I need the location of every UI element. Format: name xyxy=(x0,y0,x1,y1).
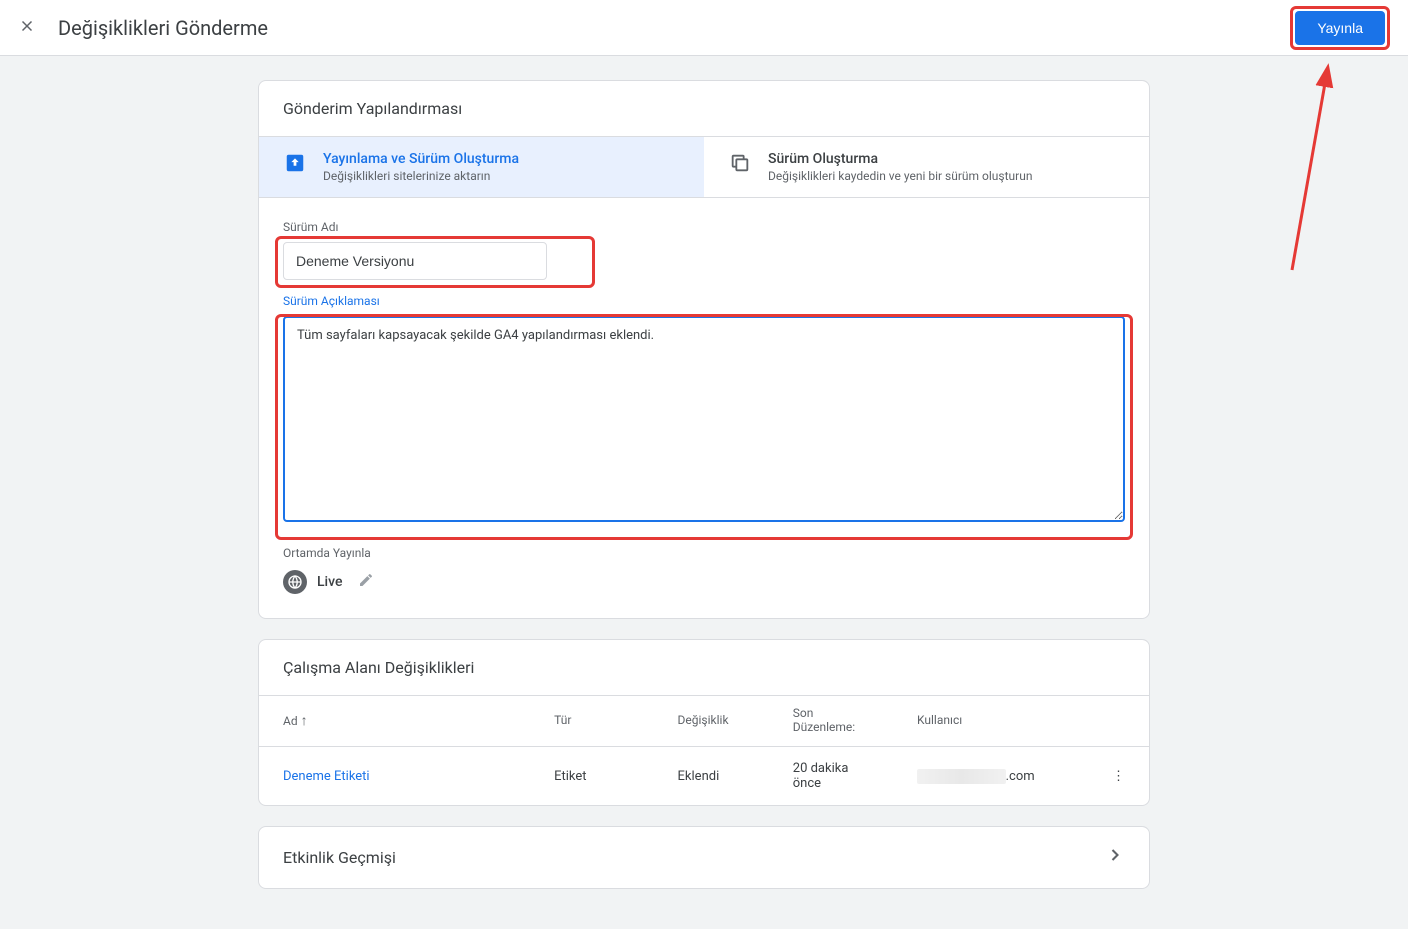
column-last-edit[interactable]: Son Düzenleme: xyxy=(769,696,893,747)
change-action: Eklendi xyxy=(654,747,769,806)
version-desc-textarea[interactable] xyxy=(283,316,1125,522)
changes-table: Ad ↑ Tür Değişiklik Son Düzenleme: Kulla… xyxy=(259,695,1149,805)
column-name[interactable]: Ad ↑ xyxy=(259,696,530,747)
table-header-row: Ad ↑ Tür Değişiklik Son Düzenleme: Kulla… xyxy=(259,696,1149,747)
table-row: Deneme Etiketi Etiket Eklendi 20 dakika … xyxy=(259,747,1149,806)
sort-arrow-up-icon: ↑ xyxy=(301,713,308,729)
close-icon[interactable] xyxy=(18,16,36,40)
version-name-input[interactable] xyxy=(283,242,547,280)
globe-icon xyxy=(283,570,307,594)
config-tabs: Yayınlama ve Sürüm Oluşturma Değişiklikl… xyxy=(259,137,1149,198)
publish-button-highlight: Yayınla xyxy=(1290,6,1390,50)
tab-label: Sürüm Oluşturma xyxy=(768,151,1032,167)
chevron-right-icon xyxy=(1105,845,1125,870)
tab-publish-and-version[interactable]: Yayınlama ve Sürüm Oluşturma Değişiklikl… xyxy=(259,137,704,198)
tab-label: Yayınlama ve Sürüm Oluşturma xyxy=(323,151,519,167)
workspace-changes-title: Çalışma Alanı Değişiklikleri xyxy=(259,640,1149,695)
tab-desc: Değişiklikleri sitelerinize aktarın xyxy=(323,169,519,183)
dialog-header: Değişiklikleri Gönderme Yayınla xyxy=(0,0,1408,56)
change-type: Etiket xyxy=(530,747,653,806)
environment-name: Live xyxy=(317,574,342,590)
dialog-title: Değişiklikleri Gönderme xyxy=(58,16,268,40)
change-last-edit: 20 dakika önce xyxy=(769,747,893,806)
tab-desc: Değişiklikleri kaydedin ve yeni bir sürü… xyxy=(768,169,1032,183)
header-left: Değişiklikleri Gönderme xyxy=(18,16,268,40)
environment-label: Ortamda Yayınla xyxy=(283,546,1125,560)
submission-config-title: Gönderim Yapılandırması xyxy=(259,81,1149,137)
version-name-row xyxy=(283,242,1125,280)
config-card-body: Sürüm Adı Sürüm Açıklaması Ortamda Yayın… xyxy=(259,198,1149,618)
submission-config-card: Gönderim Yapılandırması Yayınlama ve Sür… xyxy=(258,80,1150,619)
column-actions xyxy=(1088,696,1149,747)
tab-create-version[interactable]: Sürüm Oluşturma Değişiklikleri kaydedin … xyxy=(704,137,1149,198)
activity-history-title: Etkinlik Geçmişi xyxy=(283,848,396,867)
version-desc-label: Sürüm Açıklaması xyxy=(283,294,1125,308)
row-actions-menu[interactable]: ⋮ xyxy=(1088,747,1149,806)
annotation-arrow xyxy=(1282,60,1342,280)
activity-history-card[interactable]: Etkinlik Geçmişi xyxy=(258,826,1150,889)
environment-row: Live xyxy=(283,570,1125,594)
publish-button[interactable]: Yayınla xyxy=(1295,11,1385,45)
upload-icon xyxy=(283,151,307,175)
change-user: .com xyxy=(893,747,1088,806)
version-name-label: Sürüm Adı xyxy=(283,220,1125,234)
tab-text: Yayınlama ve Sürüm Oluşturma Değişiklikl… xyxy=(323,151,519,183)
change-name-link[interactable]: Deneme Etiketi xyxy=(259,747,530,806)
edit-environment-icon[interactable] xyxy=(358,572,374,592)
column-user[interactable]: Kullanıcı xyxy=(893,696,1088,747)
column-type[interactable]: Tür xyxy=(530,696,653,747)
tab-text: Sürüm Oluşturma Değişiklikleri kaydedin … xyxy=(768,151,1032,183)
column-change[interactable]: Değişiklik xyxy=(654,696,769,747)
content-container: Gönderim Yapılandırması Yayınlama ve Sür… xyxy=(258,80,1150,889)
workspace-changes-card: Çalışma Alanı Değişiklikleri Ad ↑ Tür De… xyxy=(258,639,1150,806)
copy-icon xyxy=(728,151,752,175)
version-desc-wrap xyxy=(283,316,1125,526)
